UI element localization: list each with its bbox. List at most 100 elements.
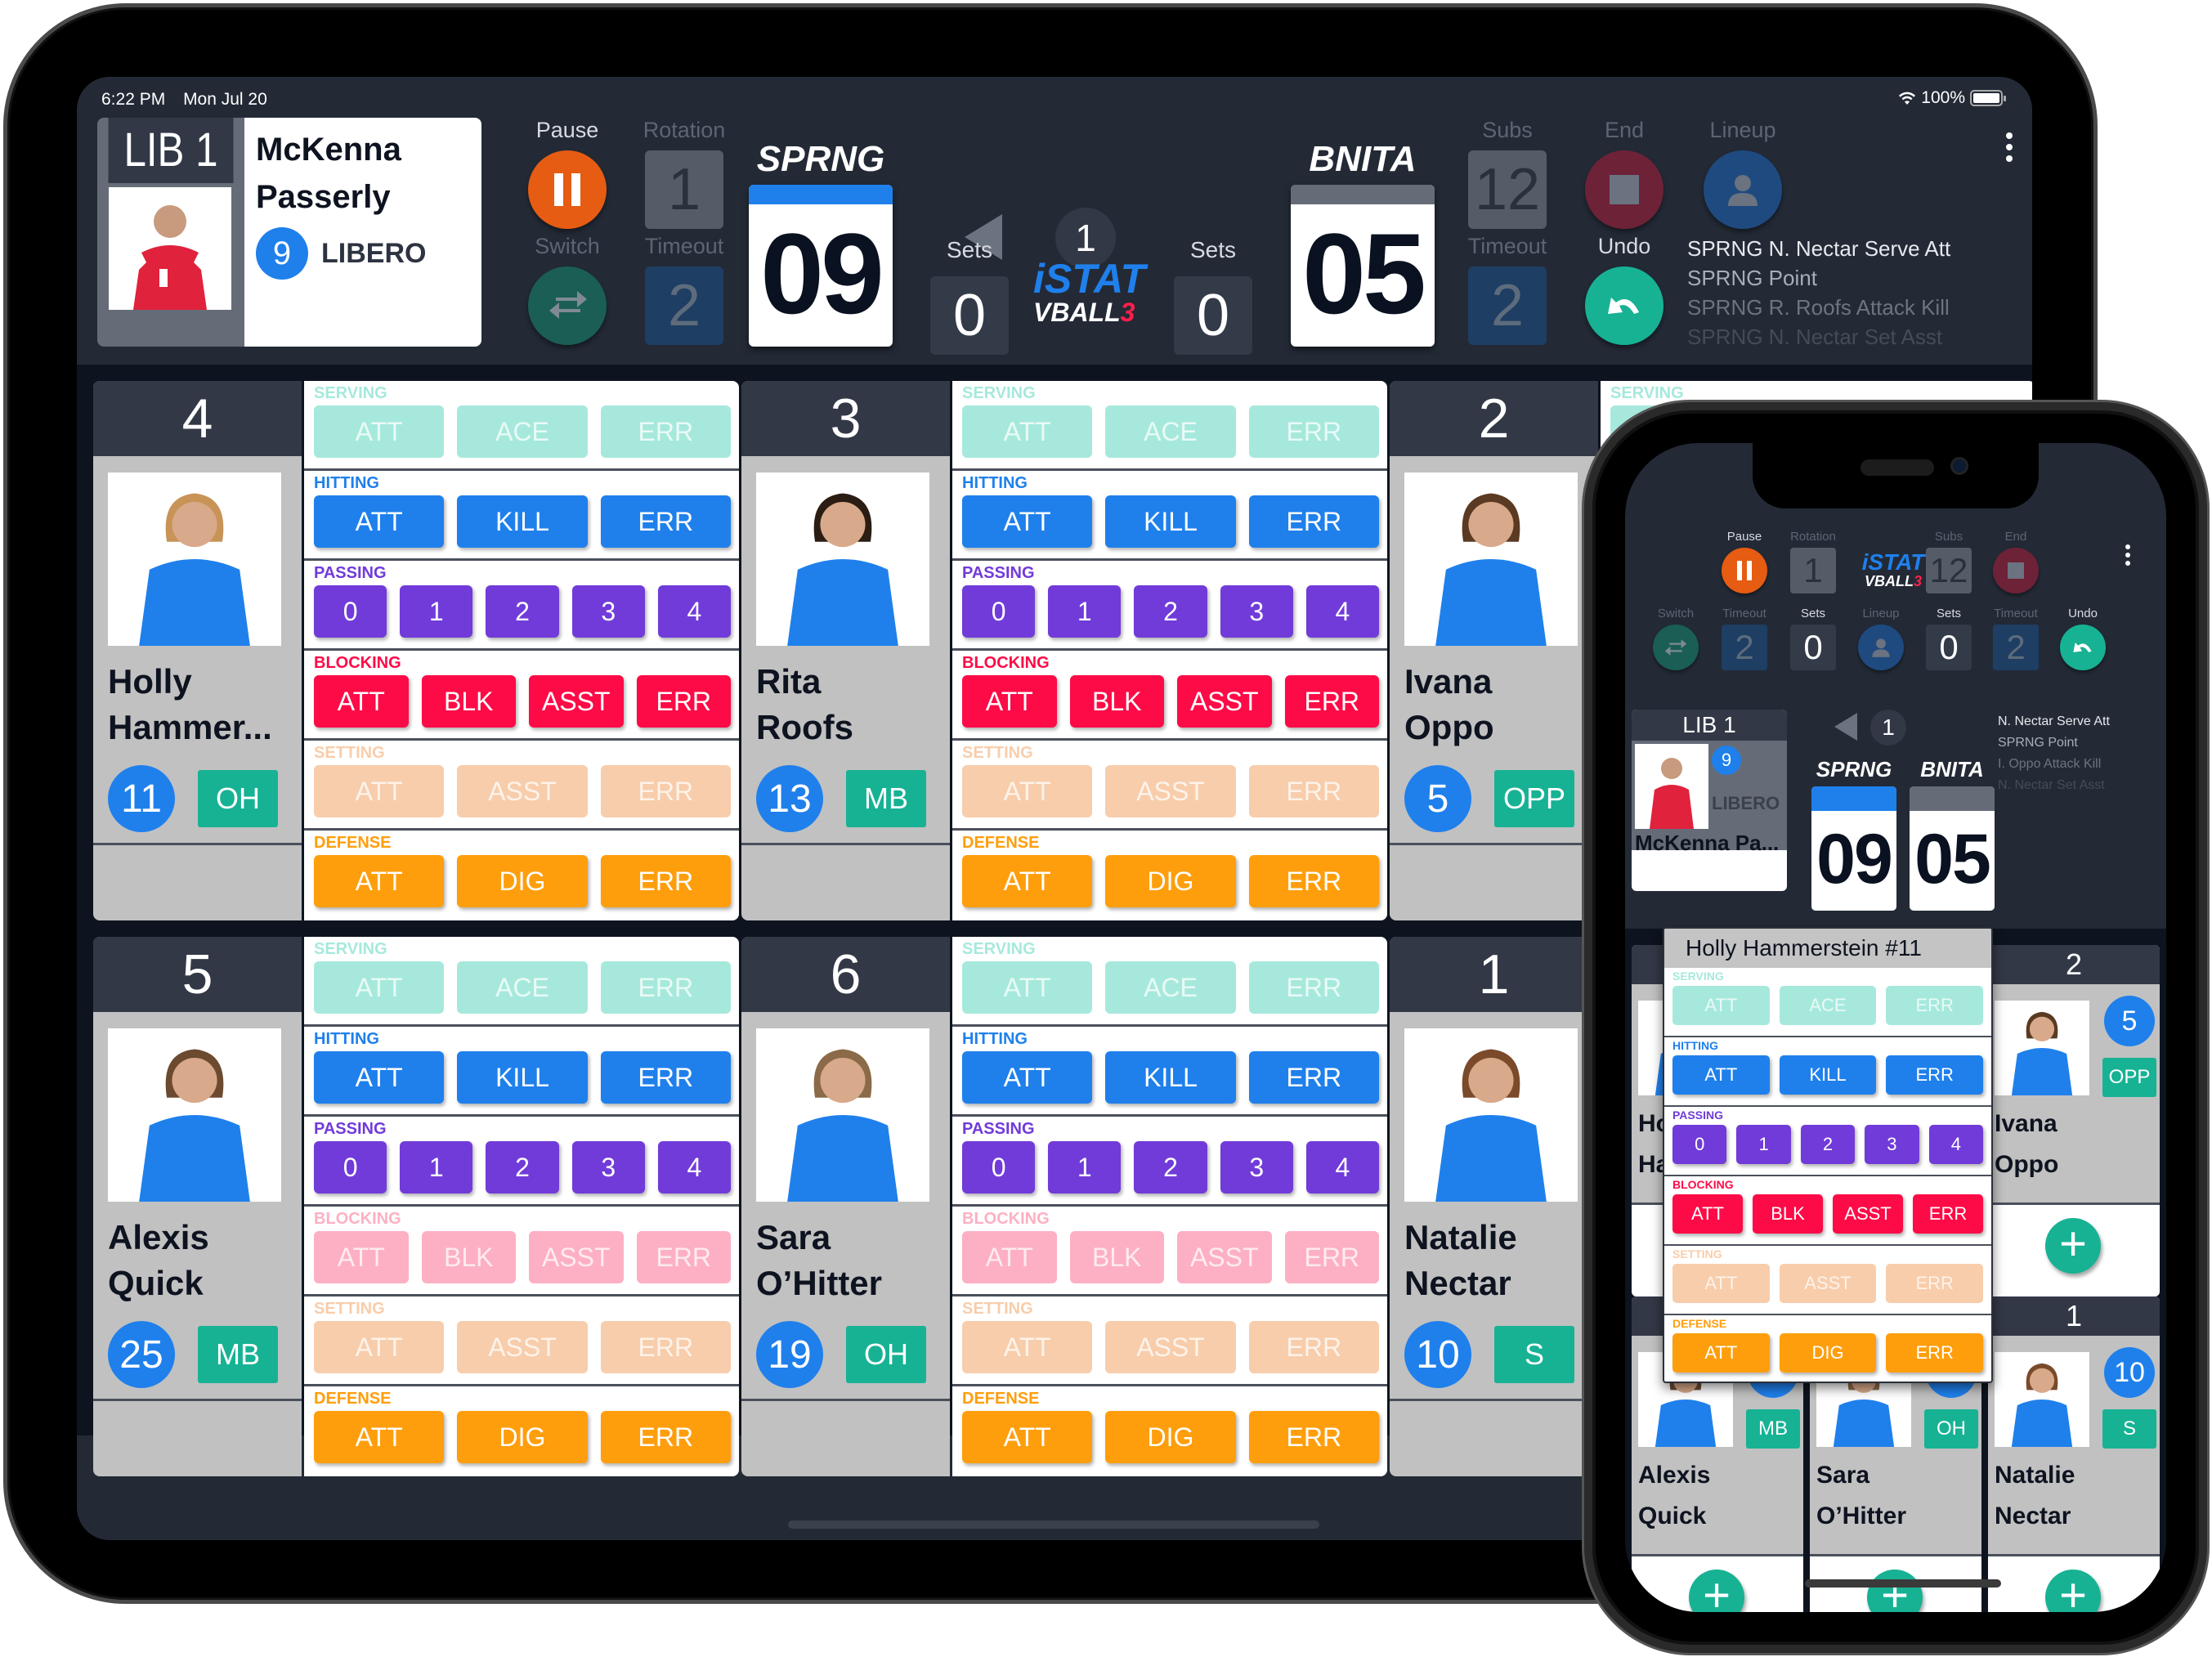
player-info[interactable]: 6 Sara O’Hitter 19 OH: [741, 937, 950, 1476]
passing-0-button[interactable]: 0: [314, 585, 387, 638]
blocking-err-button[interactable]: ERR: [636, 1231, 731, 1283]
blocking-asst-button[interactable]: ASST: [1177, 1231, 1272, 1283]
player-info[interactable]: 2 Ivana Oppo 5 OPP: [1390, 381, 1598, 920]
add-stat-button[interactable]: +: [2045, 1570, 2101, 1612]
hitting-err-button[interactable]: ERR: [1248, 1051, 1379, 1104]
blocking-att-button[interactable]: ATT: [1672, 1194, 1743, 1234]
defense-dig-button[interactable]: DIG: [1105, 855, 1236, 907]
hitting-att-button[interactable]: ATT: [962, 495, 1093, 548]
serving-att-button[interactable]: ATT: [314, 961, 445, 1014]
blocking-att-button[interactable]: ATT: [962, 1231, 1057, 1283]
defense-err-button[interactable]: ERR: [1248, 1411, 1379, 1463]
blocking-blk-button[interactable]: BLK: [1753, 1194, 1823, 1234]
hitting-kill-button[interactable]: KILL: [1105, 1051, 1236, 1104]
serving-err-button[interactable]: ERR: [600, 961, 731, 1014]
hitting-kill-button[interactable]: KILL: [1779, 1055, 1877, 1095]
setting-att-button[interactable]: ATT: [314, 1321, 445, 1373]
passing-1-button[interactable]: 1: [400, 585, 473, 638]
serving-err-button[interactable]: ERR: [1886, 986, 1984, 1025]
player-info[interactable]: 4 Holly Hammer... 11 OH: [93, 381, 302, 920]
serving-att-button[interactable]: ATT: [962, 405, 1093, 458]
subs-value[interactable]: 12: [1468, 150, 1547, 229]
defense-err-button[interactable]: ERR: [1248, 855, 1379, 907]
defense-att-button[interactable]: ATT: [1672, 1333, 1770, 1373]
phone-home-timeout-button[interactable]: 2: [1722, 625, 1767, 670]
phone-lineup-button[interactable]: [1858, 625, 1904, 670]
passing-3-button[interactable]: 3: [1220, 585, 1293, 638]
hitting-kill-button[interactable]: KILL: [1105, 495, 1236, 548]
add-stat-button[interactable]: +: [1867, 1570, 1923, 1612]
blocking-att-button[interactable]: ATT: [314, 1231, 409, 1283]
phone-player-card[interactable]: 1 10 S Natalie Nectar +: [1988, 1296, 2160, 1612]
setting-asst-button[interactable]: ASST: [457, 765, 588, 817]
rotation-value[interactable]: 1: [645, 150, 723, 229]
blocking-blk-button[interactable]: BLK: [421, 675, 516, 728]
more-menu-icon[interactable]: [2006, 132, 2013, 162]
phone-libero-card[interactable]: LIB 1 9 LIBERO McKenna Pa...: [1632, 710, 1787, 891]
defense-att-button[interactable]: ATT: [962, 855, 1093, 907]
blocking-err-button[interactable]: ERR: [1284, 675, 1379, 728]
phone-subs-value[interactable]: 12: [1926, 548, 1972, 593]
setting-att-button[interactable]: ATT: [1672, 1264, 1770, 1303]
blocking-att-button[interactable]: ATT: [962, 675, 1057, 728]
phone-pause-button[interactable]: [1722, 548, 1767, 593]
hitting-kill-button[interactable]: KILL: [457, 1051, 588, 1104]
setting-asst-button[interactable]: ASST: [457, 1321, 588, 1373]
serving-ace-button[interactable]: ACE: [1105, 961, 1236, 1014]
hitting-att-button[interactable]: ATT: [962, 1051, 1093, 1104]
passing-3-button[interactable]: 3: [1865, 1125, 1919, 1164]
hitting-att-button[interactable]: ATT: [314, 495, 445, 548]
libero-card[interactable]: LIB 1 McKenna Passerly 9 LIBERO: [97, 118, 481, 347]
end-button[interactable]: [1585, 150, 1663, 229]
defense-att-button[interactable]: ATT: [962, 1411, 1093, 1463]
blocking-att-button[interactable]: ATT: [314, 675, 409, 728]
setting-err-button[interactable]: ERR: [600, 765, 731, 817]
serving-ace-button[interactable]: ACE: [457, 961, 588, 1014]
hitting-kill-button[interactable]: KILL: [457, 495, 588, 548]
defense-att-button[interactable]: ATT: [314, 855, 445, 907]
home-score-card[interactable]: 09: [749, 185, 893, 347]
setting-err-button[interactable]: ERR: [600, 1321, 731, 1373]
blocking-err-button[interactable]: ERR: [636, 675, 731, 728]
passing-2-button[interactable]: 2: [1800, 1125, 1856, 1164]
passing-1-button[interactable]: 1: [1048, 1141, 1122, 1193]
serving-att-button[interactable]: ATT: [962, 961, 1093, 1014]
player-info[interactable]: 3 Rita Roofs 13 MB: [741, 381, 950, 920]
passing-1-button[interactable]: 1: [1736, 1125, 1791, 1164]
add-stat-button[interactable]: +: [1689, 1570, 1744, 1612]
blocking-err-button[interactable]: ERR: [1913, 1194, 1983, 1234]
phone-away-score-card[interactable]: 05: [1910, 786, 1995, 911]
serving-att-button[interactable]: ATT: [314, 405, 445, 458]
defense-err-button[interactable]: ERR: [600, 1411, 731, 1463]
setting-att-button[interactable]: ATT: [962, 765, 1093, 817]
phone-switch-button[interactable]: [1653, 625, 1699, 670]
phone-player-card[interactable]: 2 5 OPP Ivana Oppo +: [1988, 945, 2160, 1296]
setting-asst-button[interactable]: ASST: [1105, 765, 1236, 817]
blocking-blk-button[interactable]: BLK: [421, 1231, 516, 1283]
passing-0-button[interactable]: 0: [314, 1141, 387, 1193]
away-timeout-button[interactable]: 2: [1468, 266, 1547, 345]
defense-err-button[interactable]: ERR: [600, 855, 731, 907]
passing-3-button[interactable]: 3: [571, 1141, 645, 1193]
hitting-att-button[interactable]: ATT: [1672, 1055, 1770, 1095]
blocking-blk-button[interactable]: BLK: [1069, 675, 1164, 728]
setting-asst-button[interactable]: ASST: [1779, 1264, 1877, 1303]
blocking-asst-button[interactable]: ASST: [1177, 675, 1272, 728]
phone-undo-button[interactable]: [2060, 625, 2106, 670]
serving-err-button[interactable]: ERR: [1248, 405, 1379, 458]
defense-dig-button[interactable]: DIG: [1779, 1333, 1877, 1373]
hitting-err-button[interactable]: ERR: [1248, 495, 1379, 548]
phone-rotation-value[interactable]: 1: [1790, 548, 1836, 593]
away-score-card[interactable]: 05: [1291, 185, 1435, 347]
setting-att-button[interactable]: ATT: [962, 1321, 1093, 1373]
serving-ace-button[interactable]: ACE: [1779, 986, 1877, 1025]
serving-ace-button[interactable]: ACE: [457, 405, 588, 458]
hitting-att-button[interactable]: ATT: [314, 1051, 445, 1104]
defense-att-button[interactable]: ATT: [314, 1411, 445, 1463]
phone-end-button[interactable]: [1993, 548, 2039, 593]
passing-4-button[interactable]: 4: [657, 1141, 732, 1193]
player-info[interactable]: 1 Natalie Nectar 10 S: [1390, 937, 1598, 1476]
defense-dig-button[interactable]: DIG: [1105, 1411, 1236, 1463]
stat-entry-popup[interactable]: Holly Hammerstein #11 SERVING ATT ACE ERR …: [1663, 927, 1993, 1383]
passing-0-button[interactable]: 0: [962, 585, 1036, 638]
